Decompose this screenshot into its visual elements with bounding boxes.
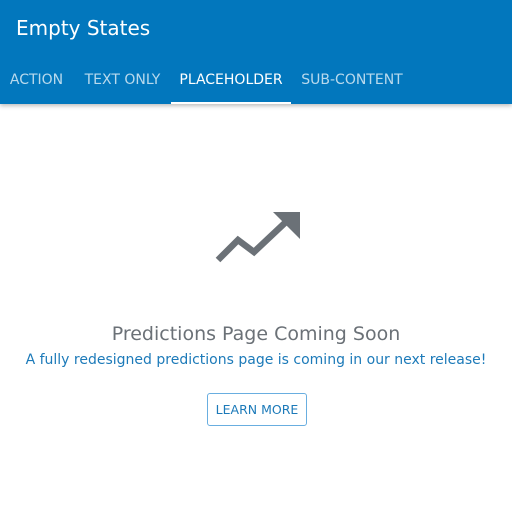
tab-action-label: ACTION bbox=[9, 72, 64, 88]
page-title: Empty States bbox=[16, 16, 151, 40]
tab-placeholder[interactable]: PLACEHOLDER bbox=[171, 56, 291, 104]
tab-sub-content-label: SUB-CONTENT bbox=[301, 72, 403, 88]
tab-placeholder-label: PLACEHOLDER bbox=[179, 72, 283, 88]
tab-text-only-label: TEXT ONLY bbox=[84, 72, 161, 88]
empty-state-panel: Predictions Page Coming Soon A fully red… bbox=[0, 104, 512, 516]
app-bar: Empty States ACTION TEXT ONLY PLACEHOLDE… bbox=[0, 0, 512, 104]
empty-state-title: Predictions Page Coming Soon bbox=[111, 323, 401, 345]
tab-sub-content[interactable]: SUB-CONTENT bbox=[292, 56, 412, 104]
learn-more-button[interactable]: LEARN MORE bbox=[207, 393, 307, 426]
empty-state-subtitle: A fully redesigned predictions page is c… bbox=[25, 352, 487, 368]
tab-action[interactable]: ACTION bbox=[0, 56, 73, 104]
trending-up-icon bbox=[215, 212, 300, 263]
tab-text-only[interactable]: TEXT ONLY bbox=[75, 56, 170, 104]
app-window: Empty States ACTION TEXT ONLY PLACEHOLDE… bbox=[0, 0, 512, 516]
tab-bar: ACTION TEXT ONLY PLACEHOLDER SUB-CONTENT bbox=[0, 56, 512, 104]
